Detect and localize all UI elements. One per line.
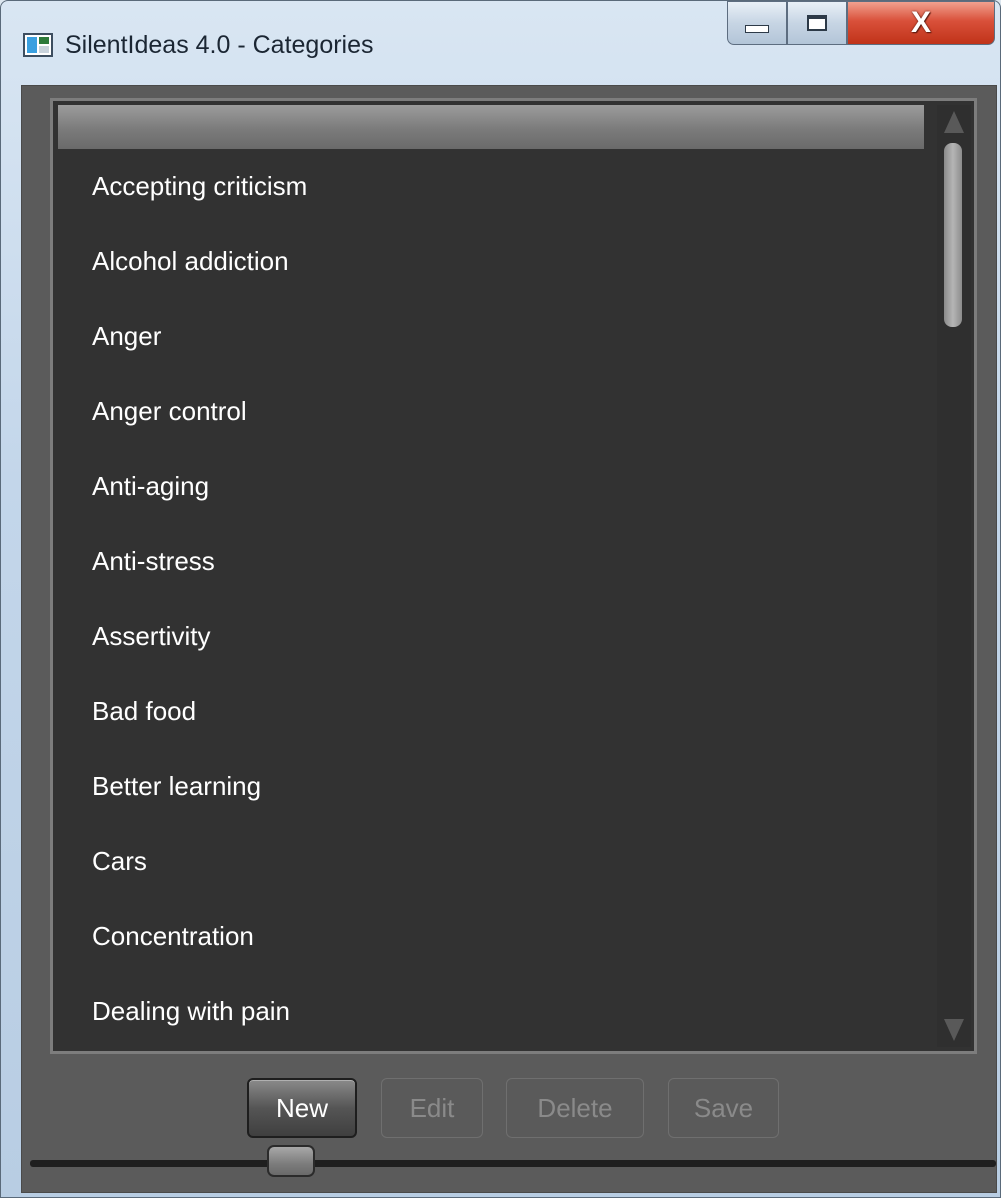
edit-button[interactable]: Edit [381, 1078, 483, 1138]
delete-button[interactable]: Delete [506, 1078, 644, 1138]
list-item[interactable]: Anger control [53, 374, 933, 449]
action-buttons: New Edit Delete Save [22, 1078, 998, 1142]
close-button[interactable]: X [847, 1, 995, 45]
app-icon-pane [39, 37, 49, 44]
categories-list[interactable]: Accepting criticism Alcohol addiction An… [50, 98, 977, 1054]
list-header [58, 105, 924, 149]
new-button[interactable]: New [247, 1078, 357, 1138]
list-item[interactable]: Bad food [53, 674, 933, 749]
vertical-scrollbar[interactable] [937, 105, 971, 1047]
list-item[interactable]: Anti-aging [53, 449, 933, 524]
app-window: SilentIdeas 4.0 - Categories X Accepting… [0, 0, 1001, 1198]
save-button[interactable]: Save [668, 1078, 779, 1138]
slider-track[interactable] [30, 1160, 996, 1167]
category-items: Accepting criticism Alcohol addiction An… [53, 149, 933, 1049]
list-item[interactable]: Better learning [53, 749, 933, 824]
scroll-up-arrow-icon[interactable] [944, 111, 964, 133]
client-area: Accepting criticism Alcohol addiction An… [21, 85, 997, 1193]
list-item[interactable]: Alcohol addiction [53, 224, 933, 299]
slider-thumb[interactable] [267, 1145, 315, 1177]
title-bar[interactable]: SilentIdeas 4.0 - Categories X [1, 1, 1000, 87]
list-item[interactable]: Anti-stress [53, 524, 933, 599]
maximize-icon [807, 15, 827, 31]
list-item[interactable]: Anger [53, 299, 933, 374]
list-item[interactable]: Cars [53, 824, 933, 899]
list-item[interactable]: Accepting criticism [53, 149, 933, 224]
app-icon-pane [27, 37, 37, 53]
list-item[interactable]: Assertivity [53, 599, 933, 674]
window-title: SilentIdeas 4.0 - Categories [65, 31, 374, 59]
list-item[interactable]: Concentration [53, 899, 933, 974]
list-item[interactable]: Dealing with pain [53, 974, 933, 1049]
app-icon-pane [39, 46, 49, 53]
scrollbar-thumb[interactable] [944, 143, 962, 327]
minimize-button[interactable] [727, 1, 787, 45]
app-window-icon[interactable] [23, 33, 53, 57]
scroll-down-arrow-icon[interactable] [944, 1019, 964, 1041]
minimize-icon [745, 25, 769, 33]
close-icon: X [910, 6, 931, 39]
maximize-button[interactable] [787, 1, 847, 45]
